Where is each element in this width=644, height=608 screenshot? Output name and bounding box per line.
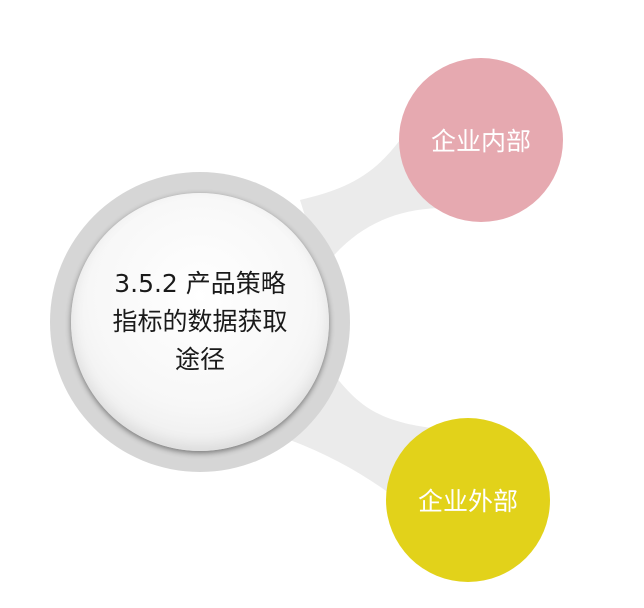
diagram-canvas: 3.5.2 产品策略指标的数据获取途径 企业内部 企业外部: [0, 0, 644, 608]
hub-circle: 3.5.2 产品策略指标的数据获取途径: [71, 193, 329, 451]
node-internal-label: 企业内部: [430, 127, 531, 156]
node-external: 企业外部: [386, 418, 550, 582]
node-internal: 企业内部: [399, 58, 563, 222]
node-external-label: 企业外部: [417, 487, 518, 516]
hub-title: 3.5.2 产品策略指标的数据获取途径: [112, 269, 288, 374]
